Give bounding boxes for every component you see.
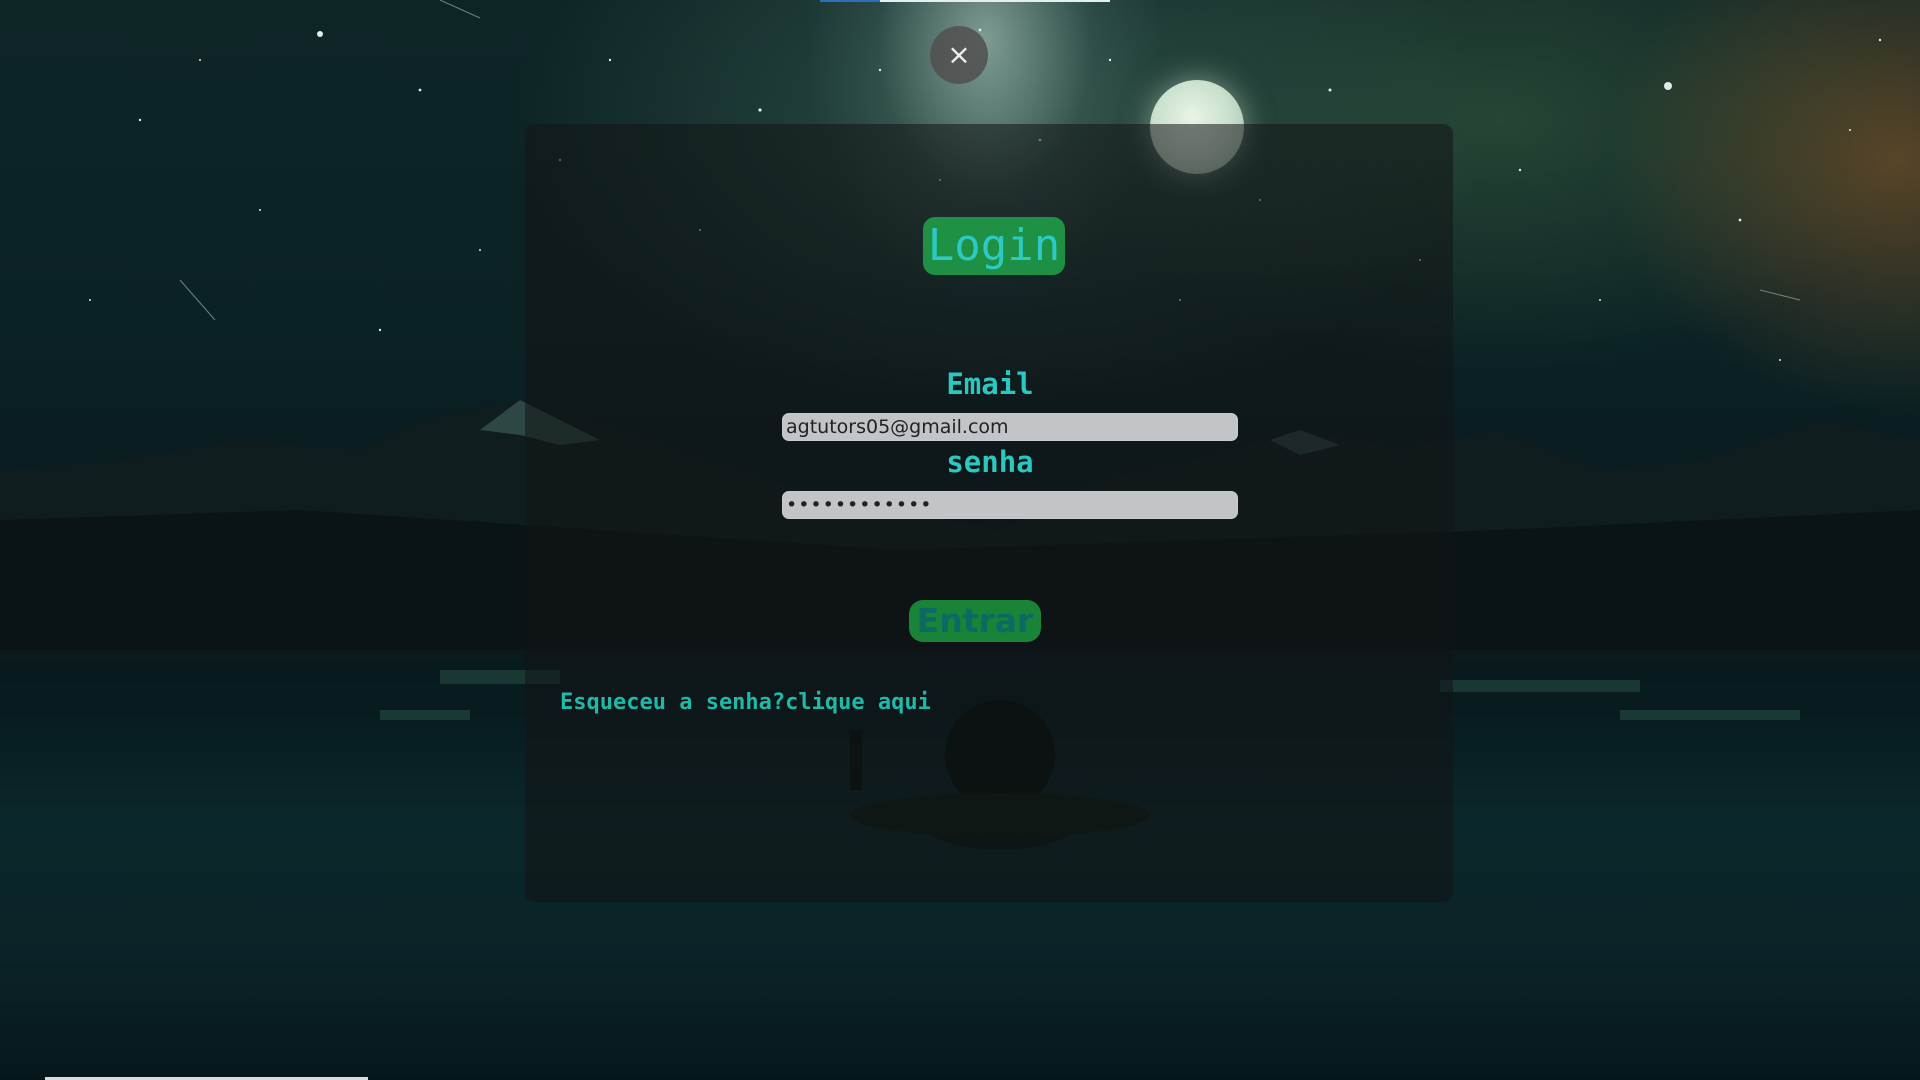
login-button[interactable]: Entrar xyxy=(909,600,1041,642)
email-label: Email xyxy=(946,367,1034,401)
login-title: Login xyxy=(923,217,1065,275)
forgot-password: Esqueceu a senha?clique aqui xyxy=(560,690,931,715)
forgot-password-link[interactable]: clique aqui xyxy=(785,690,931,715)
close-icon[interactable]: × xyxy=(930,26,988,84)
password-field[interactable] xyxy=(782,491,1238,519)
password-label: senha xyxy=(946,445,1034,479)
forgot-password-text: Esqueceu a senha? xyxy=(560,690,786,715)
email-field[interactable] xyxy=(782,413,1238,441)
top-progress-accent xyxy=(820,0,880,2)
